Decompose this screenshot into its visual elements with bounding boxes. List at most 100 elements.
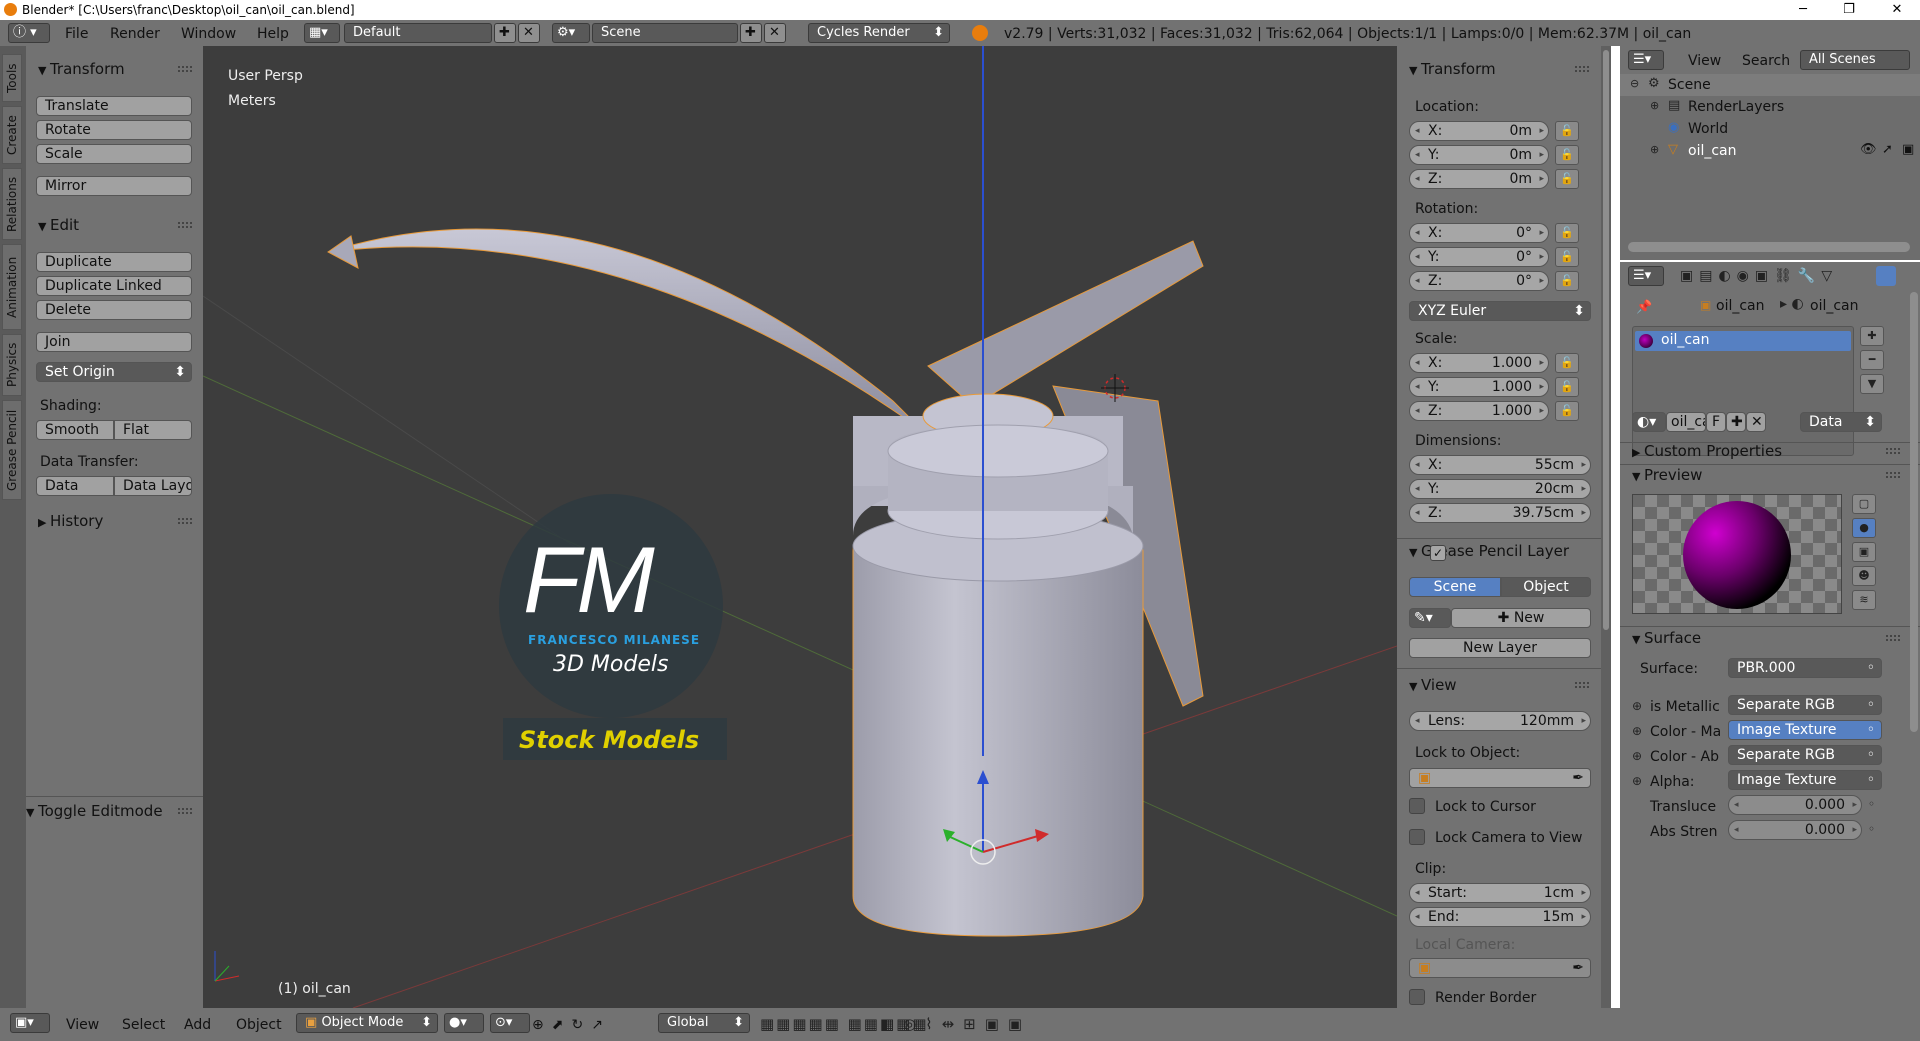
custom-properties-title[interactable]: Custom Properties — [1632, 442, 1782, 460]
rotate-button[interactable]: Rotate — [36, 120, 192, 140]
remove-layout-icon[interactable]: ✕ — [518, 23, 540, 43]
select-arrow-icon[interactable]: ➚ — [1882, 142, 1893, 157]
preview-title[interactable]: Preview — [1632, 466, 1702, 484]
input-color-ab-link[interactable]: Separate RGB ◦ — [1728, 745, 1882, 765]
remove-slot-icon[interactable]: ━ — [1860, 350, 1884, 370]
preview-cube-icon[interactable]: ▣ — [1852, 542, 1876, 562]
material-slot-row[interactable]: oil_can — [1635, 331, 1851, 351]
translucent-field[interactable]: 0.000 — [1728, 795, 1862, 815]
location-z-field[interactable]: Z: 0m — [1409, 169, 1549, 189]
scale-z-field[interactable]: Z: 1.000 — [1409, 401, 1549, 421]
gp-object-button[interactable]: Object — [1501, 577, 1591, 597]
menu-add[interactable]: Add — [184, 1017, 211, 1033]
fake-user-button[interactable]: F — [1706, 412, 1726, 432]
menu-window[interactable]: Window — [181, 26, 236, 42]
tab-relations[interactable]: Relations — [2, 168, 22, 240]
dimension-y-field[interactable]: Y: 20cm — [1409, 479, 1591, 499]
remove-scene-icon[interactable]: ✕ — [764, 23, 786, 43]
panel-grip-icon[interactable] — [1886, 472, 1900, 478]
panel-grip-icon[interactable] — [1886, 448, 1900, 454]
expand-input-icon[interactable]: ⊕ — [1632, 724, 1642, 738]
add-slot-icon[interactable]: ✚ — [1860, 326, 1884, 346]
gp-pencil-icon[interactable]: ✎▾ — [1409, 608, 1451, 628]
material-browse-icon[interactable]: ◐▾ — [1632, 412, 1666, 432]
context-tabs-icons[interactable]: ▣▤◐◉▣⛓🔧▽ — [1680, 268, 1838, 284]
abs-strength-field[interactable]: 0.000 — [1728, 820, 1862, 840]
outliner-search-menu[interactable]: Search — [1742, 53, 1790, 69]
oil-can-lever[interactable] — [927, 240, 1204, 407]
preview-hair-icon[interactable]: ≋ — [1852, 590, 1876, 610]
translate-button[interactable]: Translate — [36, 96, 192, 116]
outliner-view-menu[interactable]: View — [1688, 53, 1721, 69]
transform-panel-title[interactable]: Transform — [38, 60, 125, 78]
outliner-row-oil-can[interactable]: ⊕ ▽ oil_can 👁 ➚ ▣ — [1620, 140, 1920, 162]
outliner-filter-dropdown[interactable]: All Scenes — [1800, 50, 1910, 70]
panel-grip-icon[interactable] — [1575, 66, 1589, 72]
menu-object[interactable]: Object — [236, 1017, 282, 1033]
lens-field[interactable]: Lens: 120mm — [1409, 711, 1591, 731]
lock-icon[interactable]: 🔓 — [1555, 247, 1579, 267]
menu-select[interactable]: Select — [122, 1017, 165, 1033]
orientation-dropdown[interactable]: Global ⬍ — [658, 1013, 750, 1033]
menu-file[interactable]: File — [65, 26, 88, 42]
lock-icon[interactable]: 🔓 — [1555, 121, 1579, 141]
outliner-scrollbar[interactable] — [1628, 242, 1910, 252]
visibility-eye-icon[interactable]: 👁 — [1860, 142, 1877, 157]
tab-tools[interactable]: Tools — [2, 54, 22, 102]
n-transform-title[interactable]: Transform — [1409, 60, 1496, 78]
pivot-icon[interactable]: ⊙▾ — [490, 1013, 530, 1033]
history-panel-title[interactable]: History — [38, 512, 103, 530]
maximize-button[interactable]: ❐ — [1826, 0, 1872, 20]
gp-scene-button[interactable]: Scene — [1409, 577, 1501, 597]
lock-object-field[interactable]: ▣ ✒ — [1409, 768, 1591, 788]
lock-icon[interactable]: 🔓 — [1555, 271, 1579, 291]
surface-title[interactable]: Surface — [1632, 629, 1701, 647]
input-color-ma-link[interactable]: Image Texture ◦ — [1728, 720, 1882, 740]
rotation-z-field[interactable]: Z: 0° — [1409, 271, 1549, 291]
preview-sphere-icon[interactable]: ● — [1852, 518, 1876, 538]
menu-help[interactable]: Help — [257, 26, 289, 42]
lock-camera-checkbox[interactable] — [1409, 829, 1425, 845]
3d-viewport[interactable]: User Persp Meters (1) oil_can FM FRANCES… — [203, 46, 1397, 1008]
gp-new-button[interactable]: ✚ New — [1451, 608, 1591, 628]
unlink-material-icon[interactable]: ✕ — [1746, 412, 1766, 432]
expand-input-icon[interactable]: ⊕ — [1632, 774, 1642, 788]
rotation-mode-dropdown[interactable]: XYZ Euler ⬍ — [1409, 301, 1591, 321]
flat-button[interactable]: Flat — [114, 420, 192, 440]
outliner-row-renderlayers[interactable]: ⊕ ▤ RenderLayers — [1620, 96, 1920, 118]
lock-icon[interactable]: 🔓 — [1555, 169, 1579, 189]
layout-icon[interactable]: ▦▾ — [304, 23, 340, 43]
lock-icon[interactable]: 🔓 — [1555, 353, 1579, 373]
n-panel-scrollbar[interactable] — [1601, 46, 1611, 1008]
duplicate-linked-button[interactable]: Duplicate Linked — [36, 276, 192, 296]
tab-create[interactable]: Create — [2, 106, 22, 164]
manipulator-icons[interactable]: ⊕⬈↻↗ — [532, 1017, 611, 1033]
duplicate-button[interactable]: Duplicate — [36, 252, 192, 272]
location-x-field[interactable]: X: 0m — [1409, 121, 1549, 141]
smooth-button[interactable]: Smooth — [36, 420, 114, 440]
lock-icon[interactable]: 🔓 — [1555, 223, 1579, 243]
location-y-field[interactable]: Y: 0m — [1409, 145, 1549, 165]
lock-cursor-checkbox[interactable] — [1409, 798, 1425, 814]
data-layout-button[interactable]: Data Layo — [114, 476, 192, 496]
outliner-row-world[interactable]: ◉ World — [1620, 118, 1920, 140]
socket-icon[interactable]: ◦ — [1868, 822, 1875, 836]
slot-specials-icon[interactable]: ▼ — [1860, 374, 1884, 394]
join-button[interactable]: Join — [36, 332, 192, 352]
expand-input-icon[interactable]: ⊕ — [1632, 749, 1642, 763]
input-alpha-link[interactable]: Image Texture ◦ — [1728, 770, 1882, 790]
lock-icon[interactable]: 🔓 — [1555, 145, 1579, 165]
minimize-button[interactable]: ─ — [1780, 0, 1826, 20]
dimension-z-field[interactable]: Z: 39.75cm — [1409, 503, 1591, 523]
mirror-button[interactable]: Mirror — [36, 176, 192, 196]
tab-grease-pencil[interactable]: Grease Pencil — [2, 400, 22, 500]
properties-scrollbar[interactable] — [1910, 292, 1918, 732]
scale-button[interactable]: Scale — [36, 144, 192, 164]
material-tab-icon[interactable] — [1876, 266, 1896, 286]
menu-view[interactable]: View — [66, 1017, 99, 1033]
editor-type-button[interactable]: ⓘ ▾ — [8, 23, 50, 43]
snapping-icons[interactable]: ◧◎⌇⇹⊞▣▣ — [880, 1015, 1031, 1033]
new-material-icon[interactable]: ✚ — [1726, 412, 1746, 432]
mode-dropdown[interactable]: ▣ Object Mode ⬍ — [296, 1013, 438, 1033]
panel-grip-icon[interactable] — [178, 808, 192, 814]
